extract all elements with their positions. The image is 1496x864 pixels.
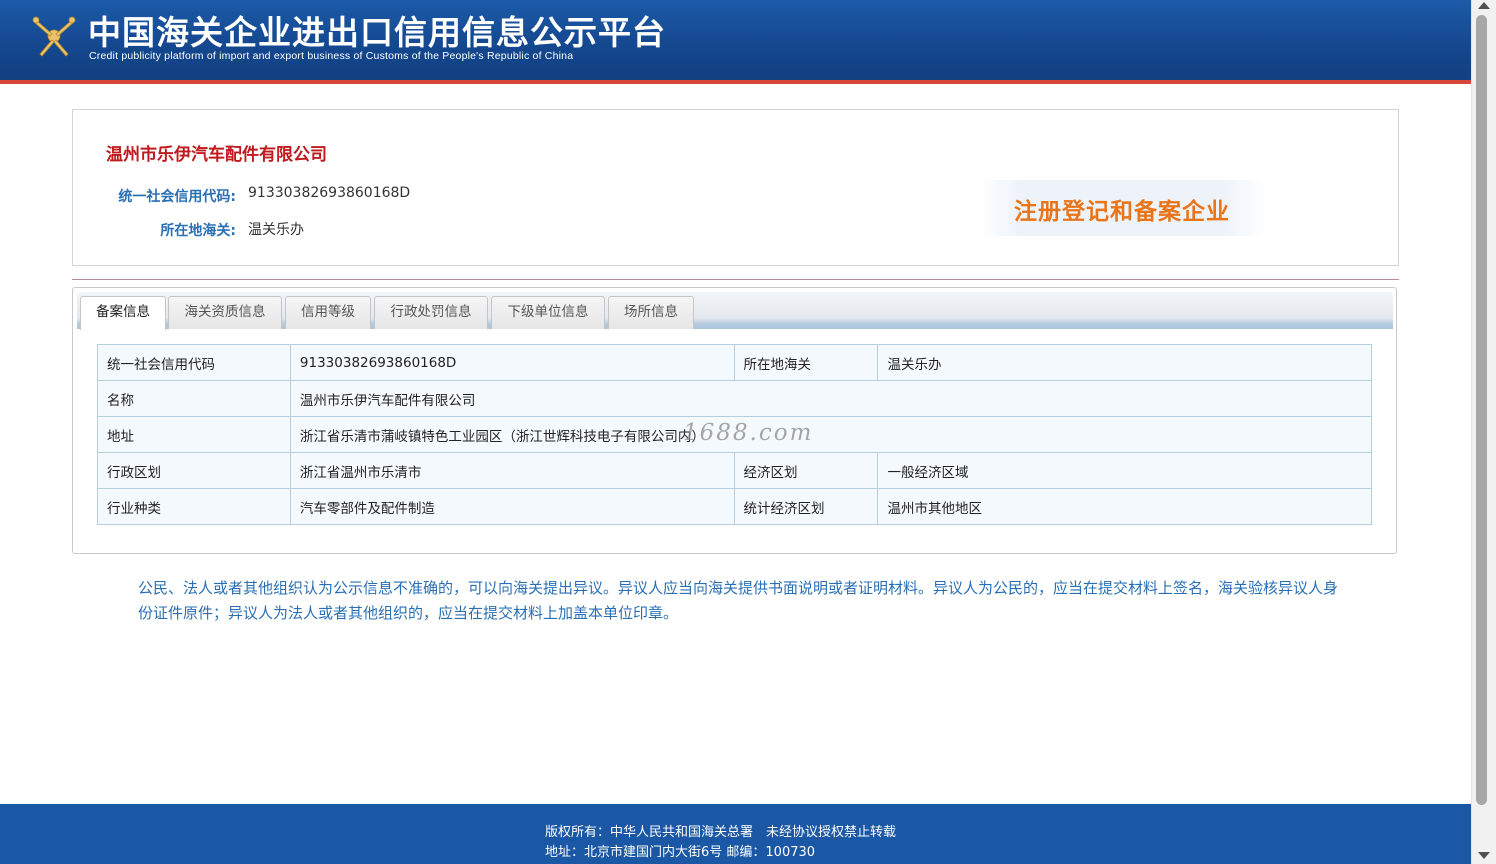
table-row: 行业种类 汽车零部件及配件制造 统计经济区划 温州市其他地区 (97, 488, 1372, 525)
customs-value: 温关乐办 (248, 222, 304, 238)
section-divider (72, 279, 1399, 280)
table-cell-value: 温州市其他地区 (877, 488, 1372, 525)
tab-subordinate-units[interactable]: 下级单位信息 (491, 296, 605, 329)
table-cell-value: 汽车零部件及配件制造 (289, 488, 735, 525)
table-cell-label: 经济区划 (733, 452, 879, 489)
scroll-up-arrow-icon[interactable] (1478, 2, 1490, 9)
table-cell-value: 温关乐办 (877, 344, 1372, 381)
enterprise-status-banner: 注册登记和备案企业 (978, 180, 1266, 236)
site-title: 中国海关企业进出口信用信息公示平台 (88, 13, 666, 52)
table-cell-value: 温州市乐伊汽车配件有限公司 (289, 380, 1373, 417)
table-cell-label: 名称 (97, 380, 291, 417)
table-row: 行政区划 浙江省温州市乐清市 经济区划 一般经济区域 (97, 452, 1372, 489)
tab-filing-info[interactable]: 备案信息 (80, 296, 166, 330)
company-name: 温州市乐伊汽车配件有限公司 (106, 145, 327, 165)
credit-code-value: 91330382693860168D (248, 185, 411, 201)
tab-bar: 备案信息 海关资质信息 信用等级 行政处罚信息 下级单位信息 场所信息 (77, 292, 1393, 330)
tab-administrative-penalty[interactable]: 行政处罚信息 (374, 296, 488, 329)
table-row: 名称 温州市乐伊汽车配件有限公司 (97, 380, 1373, 417)
site-header: 中国海关企业进出口信用信息公示平台 Credit publicity platf… (0, 0, 1471, 84)
watermark-text: 1688.com (683, 420, 814, 446)
vertical-scrollbar[interactable] (1471, 0, 1496, 864)
table-cell-label: 地址 (97, 416, 291, 453)
objection-notice: 公民、法人或者其他组织认为公示信息不准确的，可以向海关提出异议。异议人应当向海关… (138, 579, 1339, 622)
scroll-down-arrow-icon[interactable] (1478, 852, 1490, 859)
table-cell-value: 浙江省乐清市蒲岐镇特色工业园区（浙江世辉科技电子有限公司内） (289, 416, 1373, 453)
tab-premises-info[interactable]: 场所信息 (608, 296, 694, 329)
scrollbar-thumb[interactable] (1476, 15, 1487, 805)
table-cell-label: 统一社会信用代码 (97, 344, 291, 381)
tab-customs-qualification[interactable]: 海关资质信息 (168, 296, 282, 329)
customs-label: 所在地海关: (160, 223, 236, 239)
customs-emblem-icon (32, 16, 76, 57)
footer-copyright: 版权所有：中华人民共和国海关总署 未经协议授权禁止转载 (545, 825, 897, 840)
table-cell-label: 行政区划 (97, 452, 291, 489)
credit-code-label: 统一社会信用代码: (118, 189, 236, 205)
enterprise-status-text: 注册登记和备案企业 (1014, 199, 1230, 225)
table-cell-label: 统计经济区划 (733, 488, 879, 525)
site-footer: 版权所有：中华人民共和国海关总署 未经协议授权禁止转载 地址：北京市建国门内大街… (0, 804, 1471, 864)
table-cell-value: 浙江省温州市乐清市 (289, 452, 735, 489)
table-cell-value: 一般经济区域 (877, 452, 1372, 489)
table-cell-value: 91330382693860168D (289, 344, 735, 381)
tab-credit-rating[interactable]: 信用等级 (285, 296, 371, 329)
table-cell-label: 所在地海关 (733, 344, 879, 381)
site-subtitle: Credit publicity platform of import and … (89, 50, 574, 62)
company-summary-card: 温州市乐伊汽车配件有限公司 统一社会信用代码: 9133038269386016… (72, 109, 1399, 266)
footer-address: 地址：北京市建国门内大街6号 邮编：100730 (545, 845, 816, 860)
table-cell-label: 行业种类 (97, 488, 291, 525)
table-row: 统一社会信用代码 91330382693860168D 所在地海关 温关乐办 (97, 344, 1372, 381)
